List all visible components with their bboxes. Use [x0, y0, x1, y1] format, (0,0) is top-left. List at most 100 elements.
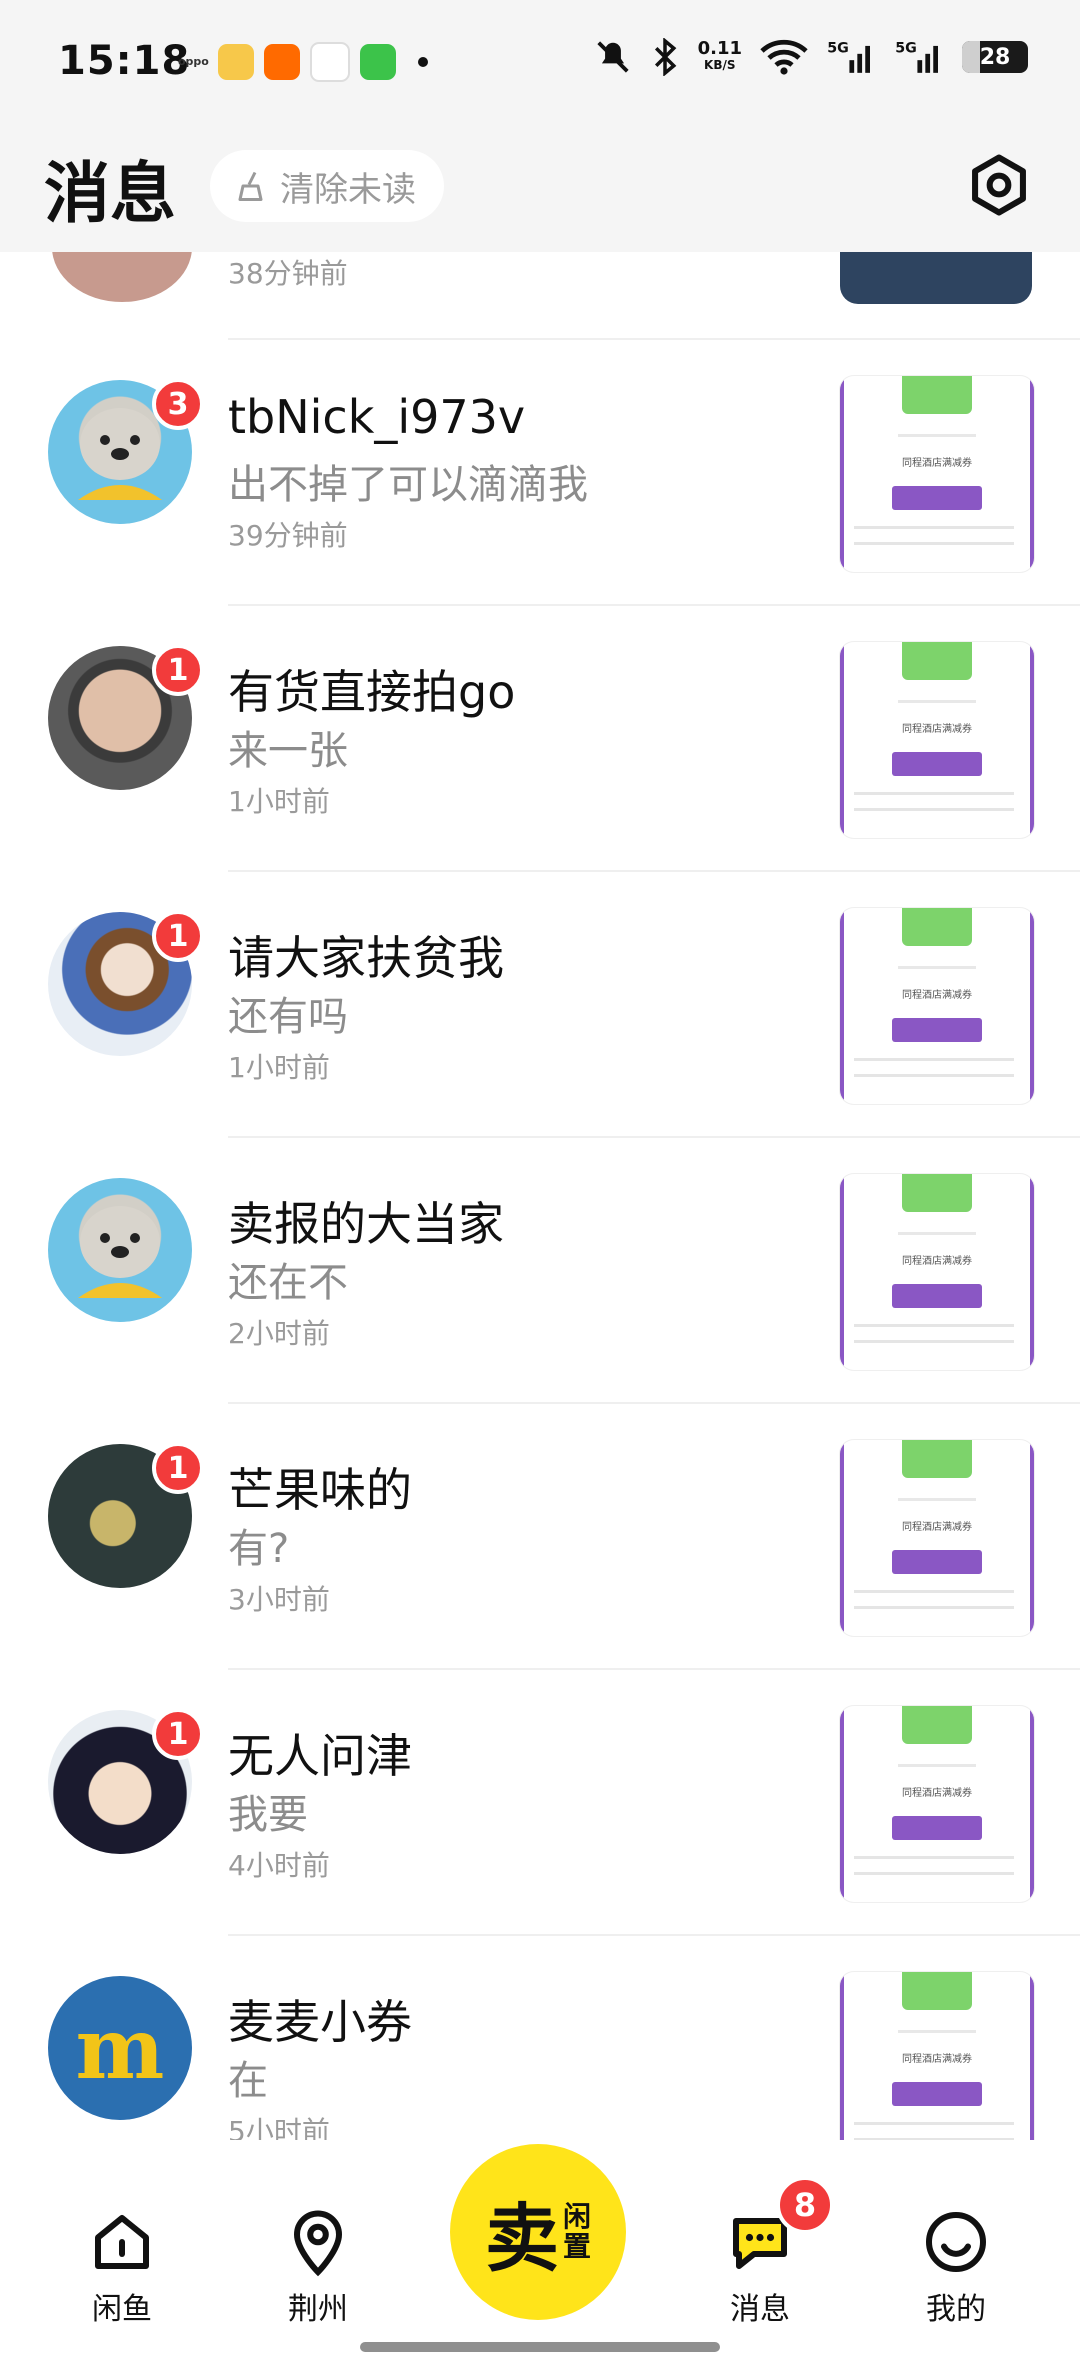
weibo-icon	[218, 44, 254, 80]
item-thumbnail	[840, 252, 1032, 304]
more-notifications-dot	[418, 57, 428, 67]
thumbnail-title: 同程酒店满减券	[902, 458, 972, 469]
clear-unread-label: 清除未读	[280, 169, 416, 210]
avatar: m	[48, 1976, 192, 2120]
thumbnail-title: 同程酒店满减券	[902, 2054, 972, 2065]
contact-name: 请大家扶贫我	[228, 931, 504, 985]
nav-home[interactable]: 闲鱼	[52, 2206, 192, 2328]
thumbnail-title: 同程酒店满减券	[902, 724, 972, 735]
oppo-icon: oppo	[178, 55, 209, 68]
cat-avatar-icon	[78, 1206, 162, 1298]
unread-badge: 1	[152, 910, 204, 962]
page-title: 消息	[44, 155, 176, 232]
mi-icon	[264, 44, 300, 80]
message-time: 4小时前	[228, 1849, 330, 1882]
item-thumbnail: 同程酒店满减券	[840, 376, 1034, 572]
contact-name: 无人问津	[228, 1729, 412, 1783]
unread-badge: 1	[152, 644, 204, 696]
m-logo-icon: m	[75, 1998, 165, 2098]
sell-label: 卖	[484, 2195, 559, 2282]
message-time: 2小时前	[228, 1317, 330, 1350]
messages-app-icon	[360, 44, 396, 80]
list-item[interactable]: 1 芒果味的 有? 3小时前 同程酒店满减券	[48, 1402, 1080, 1668]
list-item[interactable]: 1 请大家扶贫我 还有吗 1小时前 同程酒店满减券	[48, 870, 1080, 1136]
avatar	[48, 1178, 192, 1322]
message-time: 1小时前	[228, 785, 330, 818]
home-indicator[interactable]	[360, 2342, 720, 2352]
settings-button[interactable]	[966, 152, 1032, 218]
signal-5g-icon-2: 5G	[895, 40, 938, 73]
sell-button[interactable]: 卖 闲 置	[450, 2144, 626, 2320]
nav-city-label: 荆州	[288, 2292, 348, 2327]
list-item[interactable]: 1 有货直接拍go 来一张 1小时前 同程酒店满减券	[48, 604, 1080, 870]
item-thumbnail: 同程酒店满减券	[840, 1706, 1034, 1902]
clear-unread-button[interactable]: 清除未读	[210, 150, 444, 222]
contact-name: 麦麦小券	[228, 1995, 412, 2049]
message-preview: 我要	[228, 1792, 308, 1838]
svg-text:5G: 5G	[827, 40, 849, 56]
unread-badge: 1	[152, 1708, 204, 1760]
message-time: 1小时前	[228, 1051, 330, 1084]
nav-profile[interactable]: 我的	[886, 2206, 1026, 2328]
contact-name: tbNick_i973v	[228, 390, 526, 444]
message-time: 3小时前	[228, 1583, 330, 1616]
bottom-navigation: 闲鱼 荆州 卖 闲 置 8 消息 我的	[0, 2140, 1080, 2376]
contact-name: 芒果味的	[228, 1463, 412, 1517]
message-time: 39分钟前	[228, 519, 348, 552]
mute-icon	[596, 41, 629, 73]
message-preview: 在	[228, 2058, 268, 2104]
battery-fill	[962, 41, 981, 73]
broom-icon	[238, 171, 263, 201]
home-icon	[95, 2215, 149, 2269]
item-thumbnail: 同程酒店满减券	[840, 1972, 1034, 2140]
message-preview: 来一张	[228, 728, 348, 774]
message-list[interactable]: 38分钟前 3 tbNick_i973v 出不掉了可以滴滴我 39分钟前 同程酒…	[0, 252, 1080, 2140]
unread-badge: 1	[152, 1442, 204, 1494]
list-item[interactable]: m 麦麦小券 在 5小时前 同程酒店满减券	[48, 1934, 1080, 2140]
list-item[interactable]: 1 无人问津 我要 4小时前 同程酒店满减券	[48, 1668, 1080, 1934]
location-icon	[293, 2210, 343, 2277]
bluetooth-icon	[654, 38, 676, 76]
notification-icons: oppo	[178, 42, 428, 82]
message-preview: 出不掉了可以滴滴我	[228, 462, 588, 508]
list-item[interactable]: 卖报的大当家 还在不 2小时前 同程酒店满减券	[48, 1136, 1080, 1402]
avatar	[52, 252, 192, 302]
message-preview: 还有吗	[228, 994, 348, 1040]
cloud-app-icon	[310, 42, 350, 82]
status-bar: 15:18 oppo 0.11 KB/S 5G 5G 28	[0, 0, 1080, 130]
message-preview: 还在不	[228, 1260, 348, 1306]
nav-profile-label: 我的	[926, 2292, 986, 2327]
signal-5g-icon: 5G	[827, 40, 870, 73]
nav-messages[interactable]: 8 消息	[690, 2176, 834, 2328]
item-thumbnail: 同程酒店满减券	[840, 1174, 1034, 1370]
list-item[interactable]: 38分钟前	[0, 252, 1080, 338]
thumbnail-title: 同程酒店满减券	[902, 1788, 972, 1799]
message-preview: 有?	[228, 1526, 290, 1572]
item-thumbnail: 同程酒店满减券	[840, 1440, 1034, 1636]
battery-level: 28	[979, 44, 1011, 70]
messages-badge: 8	[776, 2176, 834, 2234]
gear-icon	[972, 154, 1026, 216]
thumbnail-title: 同程酒店满减券	[902, 990, 972, 1001]
status-time: 15:18	[58, 38, 191, 84]
contact-name: 有货直接拍go	[228, 665, 516, 719]
svg-text:5G: 5G	[895, 40, 917, 56]
thumbnail-title: 同程酒店满减券	[902, 1256, 972, 1267]
network-speed: 0.11 KB/S	[697, 38, 742, 73]
wifi-icon	[760, 39, 808, 75]
contact-name: 卖报的大当家	[228, 1197, 504, 1251]
nav-messages-label: 消息	[730, 2292, 790, 2327]
list-item[interactable]: 3 tbNick_i973v 出不掉了可以滴滴我 39分钟前 同程酒店满减券	[48, 338, 1080, 604]
thumbnail-title: 同程酒店满减券	[902, 1522, 972, 1533]
nav-city[interactable]: 荆州	[248, 2206, 388, 2328]
unread-badge: 3	[152, 378, 204, 430]
nav-home-label: 闲鱼	[92, 2292, 152, 2327]
message-time: 5小时前	[228, 2115, 330, 2140]
item-thumbnail: 同程酒店满减券	[840, 908, 1034, 1104]
sell-sub-label: 闲 置	[562, 2200, 591, 2263]
battery-icon: 28	[962, 41, 1028, 73]
smile-icon	[926, 2212, 986, 2272]
page-header: 消息 清除未读	[0, 130, 1080, 252]
system-icons: 0.11 KB/S 5G 5G 28	[594, 38, 1028, 76]
message-time: 38分钟前	[228, 257, 348, 290]
